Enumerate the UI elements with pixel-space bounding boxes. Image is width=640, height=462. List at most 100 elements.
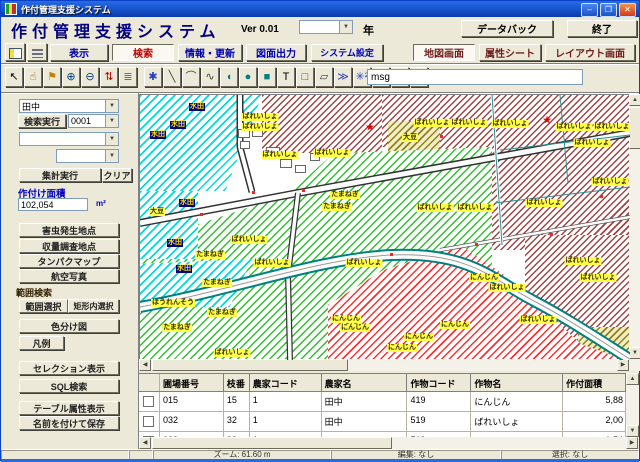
legend-button[interactable]: 凡例: [19, 336, 64, 350]
chevron-down-icon[interactable]: ▼: [339, 21, 352, 33]
table-row[interactable]: 015151田中419にんじん5,88: [139, 392, 626, 412]
minimize-button[interactable]: –: [581, 3, 598, 17]
scroll-down-icon[interactable]: ▼: [626, 425, 639, 437]
flag-icon[interactable]: ⚑: [43, 67, 61, 87]
zoom-in-icon[interactable]: ⊕: [62, 67, 80, 87]
polygon-icon[interactable]: ▱: [315, 67, 333, 87]
aerial-photo-button[interactable]: 航空写真: [19, 269, 119, 283]
yield-survey-button[interactable]: 収量調査地点: [19, 239, 119, 253]
arrow-icon[interactable]: ≫: [334, 67, 352, 87]
clear-button[interactable]: クリア: [102, 168, 132, 182]
scroll-right-icon[interactable]: ▶: [626, 437, 638, 449]
scroll-left-icon[interactable]: ◀: [139, 437, 151, 449]
sql-search-button[interactable]: SQL検索: [19, 379, 119, 393]
table-vertical-scrollbar[interactable]: ▲ ▼: [626, 373, 639, 437]
row-checkbox[interactable]: [143, 416, 154, 427]
list-view-icon[interactable]: [27, 43, 47, 61]
column-header: 農家コード: [250, 374, 322, 391]
map-label: ばれいしょ: [242, 113, 279, 121]
farmer-select[interactable]: 田中▼: [19, 99, 119, 113]
table-horizontal-scrollbar[interactable]: ◀ ▶: [139, 437, 639, 449]
pest-point-button[interactable]: 害虫発生地点: [19, 223, 119, 237]
tab-attribute-sheet[interactable]: 属性シート: [479, 44, 541, 61]
sidebar: 田中▼ 検索実行 0001▼ ▼ ▼ 集計実行 クリア 作付け面積 m² 害虫発…: [1, 92, 139, 449]
scroll-left-icon[interactable]: ◀: [139, 359, 151, 371]
maximize-button[interactable]: ❐: [600, 3, 617, 17]
area-value-input[interactable]: [18, 198, 88, 211]
message-input[interactable]: [367, 69, 583, 85]
scrollbar-thumb[interactable]: [152, 437, 392, 449]
filter-select-1[interactable]: ▼: [19, 132, 119, 146]
range-select-button[interactable]: 範囲選択: [19, 299, 68, 313]
column-header: 農家名: [322, 374, 408, 391]
chevron-down-icon[interactable]: ▼: [105, 115, 118, 127]
title-bar: 作付管理支援システム – ❐ ✕: [1, 1, 639, 17]
code-select[interactable]: 0001▼: [68, 114, 119, 128]
map-label: ばれいしょ: [457, 204, 494, 212]
table-cell: 519: [407, 412, 471, 431]
year-select[interactable]: ▼: [299, 20, 353, 34]
panel-view-icon[interactable]: [5, 43, 25, 61]
square-icon[interactable]: ■: [258, 67, 276, 87]
layers-icon[interactable]: ≣: [119, 67, 137, 87]
selection-view-button[interactable]: セレクション表示: [19, 361, 119, 375]
column-header: 作物コード: [407, 374, 471, 391]
map-label: 水田: [167, 239, 183, 247]
scrollbar-thumb[interactable]: [629, 107, 640, 149]
tab-search[interactable]: 検索: [112, 44, 174, 61]
pin-icon[interactable]: ✱: [144, 67, 162, 87]
aggregate-button[interactable]: 集計実行: [19, 168, 101, 182]
table-row[interactable]: 032321田中519ばれいしょ2,00: [139, 412, 626, 432]
chevron-down-icon[interactable]: ▼: [105, 100, 118, 112]
scroll-up-icon[interactable]: ▲: [626, 373, 639, 385]
map-label: ばれいしょ: [417, 204, 454, 212]
tab-info-update[interactable]: 情報・更新: [178, 44, 242, 61]
search-exec-button[interactable]: 検索実行: [18, 114, 66, 128]
arc-icon[interactable]: ⌒: [182, 67, 200, 87]
select-arrow-icon[interactable]: ↖: [5, 67, 23, 87]
map-horizontal-scrollbar[interactable]: ◀ ▶: [139, 359, 640, 371]
map-label: ばれいしょ: [556, 123, 593, 131]
map-canvas[interactable]: 水田水田水田水田水田水田ばれいしょばれいしょばれいしょばれいしょばれいしょばれい…: [139, 94, 630, 360]
curve-icon[interactable]: ∿: [201, 67, 219, 87]
line-icon[interactable]: ╲: [163, 67, 181, 87]
map-label: たまねぎ: [207, 309, 237, 317]
close-button[interactable]: ✕: [619, 3, 636, 17]
table-cell: 1: [250, 412, 322, 431]
map-label: ばれいしょ: [592, 178, 629, 186]
rect-select-button[interactable]: 矩形内選択: [68, 299, 119, 313]
protein-map-button[interactable]: タンパクマップ: [19, 254, 119, 268]
semicircle-icon[interactable]: ◖: [220, 67, 238, 87]
map-label: ばれいしょ: [492, 120, 529, 128]
zoom-out-icon[interactable]: ⊖: [81, 67, 99, 87]
tab-map-screen[interactable]: 地図画面: [413, 44, 475, 61]
tab-display[interactable]: 表示: [50, 44, 108, 61]
chevron-down-icon[interactable]: ▼: [105, 150, 118, 162]
map-label: 大豆: [149, 208, 165, 216]
rectangle-icon[interactable]: □: [296, 67, 314, 87]
table-attr-button[interactable]: テーブル属性表示: [19, 401, 119, 415]
map-vertical-scrollbar[interactable]: ▲ ▼: [629, 94, 640, 359]
exit-button[interactable]: 終了: [567, 20, 637, 37]
tab-system-settings[interactable]: システム設定: [311, 44, 383, 61]
databack-button[interactable]: データバック: [461, 20, 553, 37]
scroll-up-icon[interactable]: ▲: [629, 94, 640, 106]
filter-select-2[interactable]: ▼: [56, 149, 119, 163]
circle-icon[interactable]: ●: [239, 67, 257, 87]
pan-hand-icon[interactable]: ☝: [24, 67, 42, 87]
app-icon: [5, 3, 17, 15]
map-label: たまねぎ: [322, 203, 352, 211]
tab-drawing-output[interactable]: 図面出力: [246, 44, 306, 61]
scroll-down-icon[interactable]: ▼: [629, 347, 640, 359]
text-icon[interactable]: T: [277, 67, 295, 87]
colormap-button[interactable]: 色分け図: [19, 319, 119, 333]
table-cell: にんじん: [471, 392, 563, 411]
move-vertical-icon[interactable]: ⇅: [100, 67, 118, 87]
tab-layout-screen[interactable]: レイアウト画面: [545, 44, 635, 61]
row-checkbox[interactable]: [143, 396, 154, 407]
road-marker: [302, 189, 305, 192]
scroll-right-icon[interactable]: ▶: [617, 359, 629, 371]
save-as-button[interactable]: 名前を付けて保存: [19, 416, 119, 430]
chevron-down-icon[interactable]: ▼: [105, 133, 118, 145]
scrollbar-thumb[interactable]: [152, 359, 348, 371]
